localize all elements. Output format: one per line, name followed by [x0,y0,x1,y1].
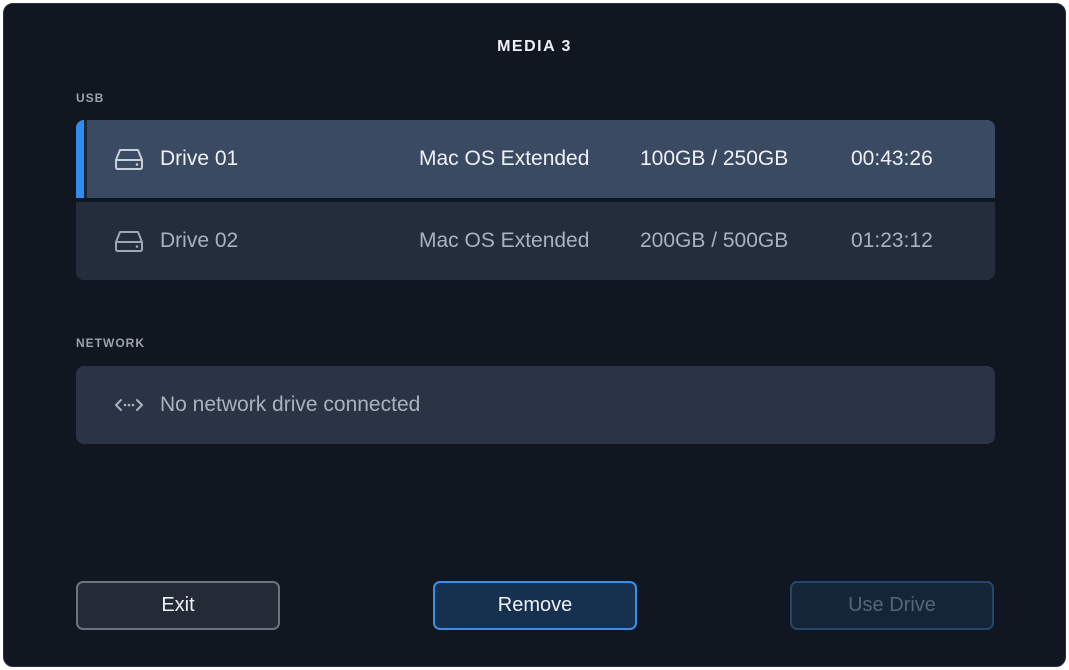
use-drive-button[interactable]: Use Drive [790,581,994,630]
drive-format: Mac OS Extended [419,147,590,170]
usb-drive-list: Drive 01 Mac OS Extended 100GB / 250GB 0… [76,120,995,280]
network-drive-box: No network drive connected [76,366,995,444]
selected-indicator [76,120,87,198]
drive-duration: 01:23:12 [851,229,933,252]
drive-duration: 00:43:26 [851,147,933,170]
drive-capacity: 200GB / 500GB [640,229,789,252]
drive-name: Drive 02 [160,229,239,252]
remove-button[interactable]: Remove [433,581,637,630]
usb-section-label: USB [76,91,105,105]
network-empty-message: No network drive connected [160,393,421,416]
page-title: MEDIA 3 [497,38,572,55]
hard-drive-icon [115,149,143,170]
hard-drive-icon [115,231,143,252]
network-arrows-icon [115,399,143,411]
network-section-label: NETWORK [76,336,145,350]
drive-name: Drive 01 [160,147,239,170]
drive-capacity: 100GB / 250GB [640,147,789,170]
drive-row-02[interactable]: Drive 02 Mac OS Extended 200GB / 500GB 0… [76,202,995,280]
drive-format: Mac OS Extended [419,229,590,252]
exit-button[interactable]: Exit [76,581,280,630]
media-screen: MEDIA 3 USB Drive 01 Mac OS Extended 100… [3,3,1066,667]
drive-row-01[interactable]: Drive 01 Mac OS Extended 100GB / 250GB 0… [76,120,995,198]
